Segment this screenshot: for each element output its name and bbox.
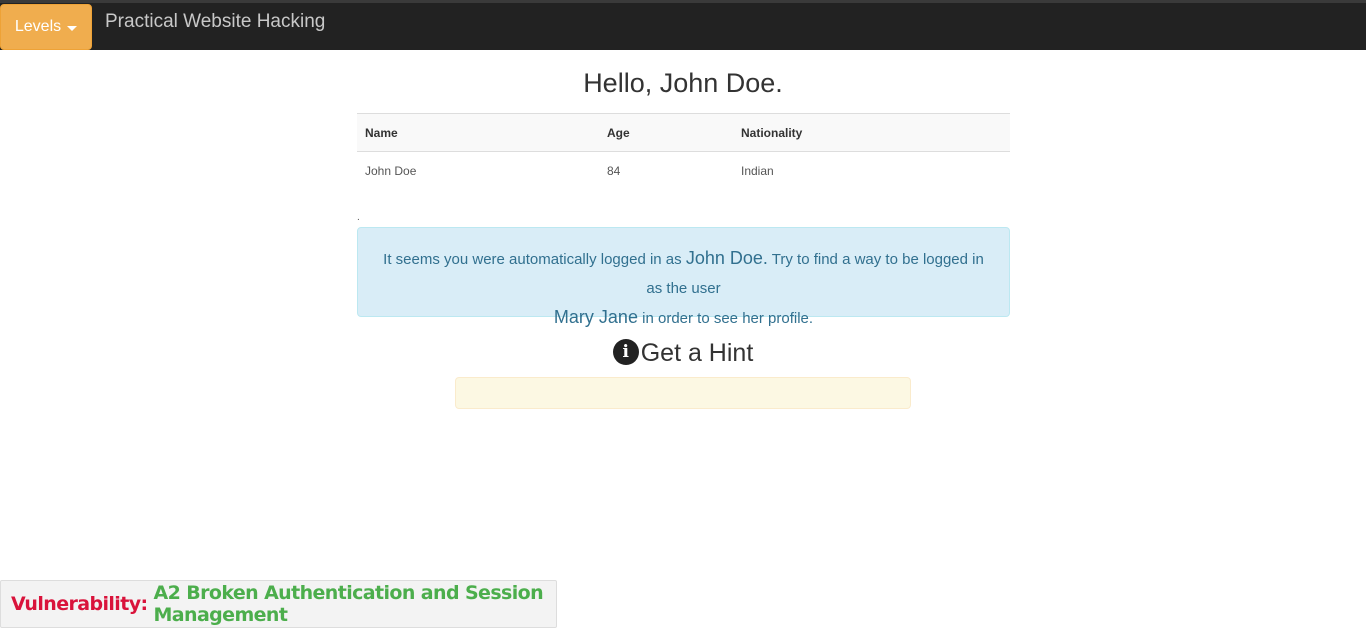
levels-label: Levels xyxy=(14,18,62,35)
table-header-row: Name Age Nationality xyxy=(357,113,1010,152)
vulnerability-banner: Vulnerability: A2 Broken Authentication … xyxy=(0,580,557,628)
get-hint-toggle[interactable]: i Get a Hint xyxy=(0,339,1366,368)
profile-table: Name Age Nationality John Doe 84 Indian xyxy=(357,113,1010,189)
cell-nationality: Indian xyxy=(741,163,774,178)
info-alert: It seems you were automatically logged i… xyxy=(357,227,1010,327)
column-header-age: Age xyxy=(599,113,733,152)
info-text-part1: It seems you were automatically logged i… xyxy=(383,251,686,268)
navbar: Levels Practical Website Hacking xyxy=(0,0,1366,50)
info-name-john: John Doe. xyxy=(685,248,768,268)
info-text-part3: in order to see her profile. xyxy=(637,310,814,327)
vulnerability-label: Vulnerability: xyxy=(11,593,148,615)
vulnerability-value: A2 Broken Authentication and Session Man… xyxy=(153,582,544,626)
caret-down-icon xyxy=(67,25,78,31)
cell-age: 84 xyxy=(607,163,621,178)
hint-panel xyxy=(455,377,911,409)
stray-dot: . xyxy=(357,212,360,223)
info-name-mary: Mary Jane xyxy=(553,307,638,327)
info-circle-icon: i xyxy=(612,339,639,365)
levels-dropdown-button[interactable]: Levels xyxy=(0,4,92,50)
brand-link[interactable]: Practical Website Hacking xyxy=(105,11,325,33)
hint-title-label: Get a Hint xyxy=(640,339,754,367)
column-header-name: Name xyxy=(357,113,599,152)
cell-name: John Doe xyxy=(365,163,417,178)
table-row: John Doe 84 Indian xyxy=(357,152,1010,190)
page-title: Hello, John Doe. xyxy=(583,68,783,98)
column-header-nationality: Nationality xyxy=(733,113,1010,152)
